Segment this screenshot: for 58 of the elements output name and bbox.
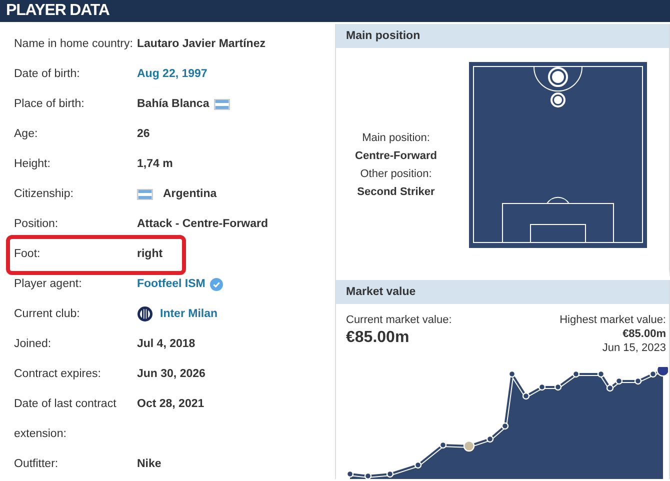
field-value: Argentina bbox=[163, 188, 217, 200]
field-value: Oct 28, 2021 bbox=[137, 398, 204, 410]
position-value: Second Striker bbox=[357, 185, 435, 200]
value-link[interactable]: Footfeel ISM bbox=[137, 278, 206, 290]
field-value: right bbox=[137, 248, 163, 260]
field-label: Outfitter: bbox=[14, 457, 60, 472]
field-value: 26 bbox=[137, 128, 150, 140]
value-link[interactable]: Inter Milan bbox=[160, 308, 218, 320]
market-value-date: Jun 15, 2023 bbox=[602, 341, 666, 355]
verified-icon bbox=[210, 278, 224, 290]
flag-icon bbox=[137, 188, 153, 200]
field-label: Date of birth: bbox=[14, 67, 81, 82]
value-link[interactable]: Aug 22, 1997 bbox=[137, 68, 208, 80]
club-crest-icon bbox=[137, 306, 153, 322]
field-value: Jun 30, 2026 bbox=[137, 368, 206, 380]
position-value: Centre-Forward bbox=[355, 149, 437, 164]
position-label: Main position: bbox=[362, 131, 430, 146]
market-value: €85.00m bbox=[622, 327, 666, 341]
market-value: €85.00m bbox=[346, 329, 410, 347]
panel-title: Market value bbox=[346, 286, 416, 298]
section-title: PLAYER DATA bbox=[6, 2, 110, 20]
market-value-label: Current market value: bbox=[346, 313, 452, 327]
market-value-label: Highest market value: bbox=[560, 313, 666, 327]
field-value: Jul 4, 2018 bbox=[137, 338, 196, 350]
data-point bbox=[572, 370, 580, 378]
field-value: Attack - Centre-Forward bbox=[137, 218, 268, 230]
field-label: Date of last contract extension: bbox=[14, 397, 118, 442]
field-label: Citizenship: bbox=[14, 187, 74, 202]
panel-title: Main position bbox=[346, 30, 420, 42]
field-label: Contract expires: bbox=[14, 367, 102, 382]
position-label: Other position: bbox=[360, 167, 432, 182]
data-point bbox=[346, 470, 354, 478]
field-label: Height: bbox=[14, 157, 52, 172]
field-label: Current club: bbox=[14, 307, 81, 322]
field-label: Position: bbox=[14, 217, 60, 232]
field-value: Nike bbox=[137, 458, 162, 470]
data-point bbox=[486, 435, 494, 443]
data-point bbox=[508, 370, 516, 378]
data-point bbox=[554, 383, 562, 391]
field-label: Place of birth: bbox=[14, 97, 86, 112]
data-point bbox=[463, 440, 475, 452]
data-point bbox=[501, 422, 509, 430]
data-point bbox=[522, 392, 530, 400]
data-point bbox=[634, 377, 642, 385]
field-value: 1,74 m bbox=[137, 158, 173, 170]
data-point bbox=[386, 470, 394, 478]
data-point bbox=[439, 441, 447, 449]
field-label: Player agent: bbox=[14, 277, 83, 292]
field-label: Joined: bbox=[14, 337, 52, 352]
field-value: Bahía Blanca bbox=[137, 98, 210, 110]
field-label: Age: bbox=[14, 127, 39, 142]
field-label: Foot: bbox=[14, 247, 42, 262]
data-point bbox=[538, 383, 546, 391]
data-point bbox=[597, 370, 605, 378]
flag-icon bbox=[214, 98, 230, 110]
field-value: Lautaro Javier Martínez bbox=[137, 38, 266, 50]
data-point bbox=[414, 461, 422, 469]
field-label: Name in home country: bbox=[14, 37, 134, 52]
